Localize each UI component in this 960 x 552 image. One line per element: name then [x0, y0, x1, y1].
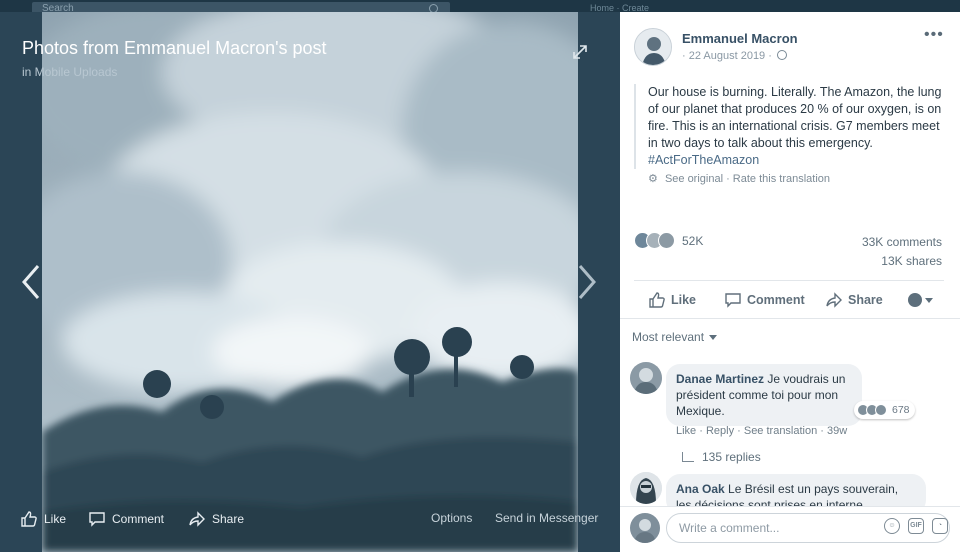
translation-links[interactable]: See original · Rate this translation — [665, 173, 830, 185]
emoji-icon[interactable]: ☺ — [884, 518, 900, 534]
love-reaction-icon — [875, 404, 887, 416]
viewer-comment-label: Comment — [112, 512, 165, 526]
photo-album-subtitle[interactable]: in Mobile Uploads — [22, 65, 117, 79]
angry-reaction-icon — [658, 232, 675, 249]
replies-count: 135 replies — [702, 450, 761, 464]
expand-icon[interactable] — [570, 42, 590, 62]
thumbs-up-icon — [649, 292, 665, 308]
translation-info: ⚙ See original · Rate this translation — [648, 172, 830, 185]
comment-reaction-pill[interactable]: 678 — [854, 401, 915, 419]
comment-input-placeholder: Write a comment... — [679, 521, 780, 535]
comment-icon — [725, 293, 741, 308]
previous-photo-arrow-icon[interactable] — [18, 262, 42, 302]
more-options-icon[interactable]: ••• — [924, 26, 944, 44]
chevron-down-icon — [709, 334, 718, 340]
comment-icon — [89, 512, 105, 527]
viewer-share-label: Share — [212, 512, 245, 526]
public-globe-icon — [776, 50, 787, 60]
post-side-panel: Emmanuel Macron · 22 August 2019 · ••• O… — [620, 12, 960, 552]
photo-album-title[interactable]: Photos from Emmanuel Macron's post — [22, 38, 327, 59]
post-date-text: · 22 August 2019 · — [682, 50, 772, 62]
chevron-down-icon — [925, 297, 933, 303]
current-user-avatar — [630, 513, 660, 543]
commenter-avatar[interactable] — [630, 362, 662, 394]
commenter-avatar[interactable] — [630, 472, 662, 504]
comment-reaction-count: 678 — [892, 404, 910, 416]
comment-sort-dropdown[interactable]: Most relevant — [632, 330, 718, 344]
divider — [620, 318, 960, 319]
reply-arrow-icon — [682, 452, 694, 462]
reaction-count: 52K — [682, 233, 704, 248]
divider — [634, 280, 944, 281]
options-link[interactable]: Options — [431, 511, 472, 525]
post-body: Our house is burning. Literally. The Ama… — [648, 85, 942, 150]
comments-count[interactable]: 33K comments — [862, 235, 942, 249]
viewer-like-button[interactable]: Like — [20, 510, 66, 528]
gif-icon[interactable]: GIF — [908, 518, 924, 534]
amazon-fire-image — [42, 12, 578, 552]
author-name[interactable]: Emmanuel Macron — [682, 31, 798, 46]
commenter-name[interactable]: Danae Martinez — [676, 372, 764, 386]
like-button[interactable]: Like — [648, 291, 696, 309]
viewer-comment-button[interactable]: Comment — [88, 510, 164, 528]
gear-icon[interactable]: ⚙ — [648, 172, 658, 185]
viewer-like-label: Like — [44, 512, 67, 526]
share-label: Share — [848, 293, 883, 307]
post-date[interactable]: · 22 August 2019 · — [682, 50, 787, 62]
comment-label: Comment — [747, 293, 805, 307]
post-photo — [42, 12, 578, 552]
composer-icons: ☺ GIF ◔ — [884, 518, 948, 534]
next-photo-arrow-icon[interactable] — [576, 262, 600, 302]
photo-viewer-page: Search Home · Create Photos from Emmanue… — [0, 0, 960, 552]
share-icon — [189, 511, 205, 527]
comment-actions[interactable]: Like · Reply · See translation · 39w — [676, 425, 847, 437]
comment-button[interactable]: Comment — [724, 291, 805, 309]
viewer-action-bar: Like Comment Share Options Send in Messe… — [0, 506, 620, 530]
post-action-bar: Like Comment Share — [620, 288, 960, 312]
thumbs-up-icon — [21, 511, 37, 527]
photo-viewer: Photos from Emmanuel Macron's post in Mo… — [0, 12, 620, 552]
viewer-share-button[interactable]: Share — [188, 510, 244, 528]
sticker-icon[interactable]: ◔ — [932, 518, 948, 534]
send-in-messenger-link[interactable]: Send in Messenger — [495, 511, 598, 525]
sort-label: Most relevant — [632, 330, 705, 344]
globe-icon — [908, 293, 922, 307]
post-text: Our house is burning. Literally. The Ama… — [634, 84, 952, 169]
comment-bubble: Danae Martinez Je voudrais un président … — [666, 364, 862, 426]
hashtag-link[interactable]: #ActForTheAmazon — [648, 153, 759, 167]
comment-composer: Write a comment... ☺ GIF ◔ — [620, 506, 960, 552]
view-replies-link[interactable]: 135 replies — [682, 450, 761, 464]
shares-count[interactable]: 13K shares — [881, 254, 942, 268]
like-label: Like — [671, 293, 697, 307]
author-avatar[interactable] — [634, 28, 672, 66]
reaction-summary[interactable]: 52K — [634, 232, 703, 249]
audience-selector[interactable] — [908, 293, 933, 307]
share-button[interactable]: Share — [825, 291, 883, 309]
commenter-name[interactable]: Ana Oak — [676, 482, 725, 496]
share-icon — [826, 292, 842, 308]
